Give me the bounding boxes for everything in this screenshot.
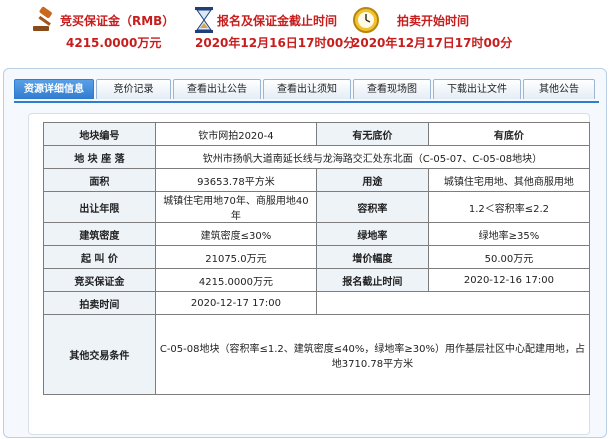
table-row: 拍卖时间 2020-12-17 17:00 (43, 291, 591, 315)
deadline-value: 2020年12月16日17时00分 (195, 36, 356, 50)
other-conditions-value: C-05-08地块（容积率≤1.2、建筑密度≤40%，绿地率≥30%）用作基层社… (154, 314, 591, 395)
area-value: 93653.78平方米 (154, 168, 317, 192)
use-label: 用途 (315, 168, 429, 192)
deadline-value: 2020-12-16 17:00 (427, 268, 591, 292)
start-summary: 拍卖开始时间 2020年12月17日17时00分 (352, 4, 522, 54)
table-row: 建筑密度 建筑密度≤30% 绿地率 绿地率≥35% (43, 222, 591, 246)
table-row: 竞买保证金 4215.0000万元 报名截止时间 2020-12-16 17:0… (43, 268, 591, 292)
start-price-label: 起 叫 价 (43, 245, 156, 269)
term-value: 城镇住宅用地70年、商服用地40年 (154, 191, 317, 223)
start-price-value: 21075.0万元 (154, 245, 317, 269)
reserve-value: 有底价 (427, 122, 591, 146)
tab-resource-details[interactable]: 资源详细信息 (14, 79, 94, 99)
deposit-label: 竞买保证金（RMB） (60, 14, 175, 28)
term-label: 出让年限 (43, 191, 156, 223)
increment-value: 50.00万元 (427, 245, 591, 269)
deposit-value: 4215.0000万元 (66, 36, 162, 50)
details-table: 地块编号 钦市网拍2020-4 有无底价 有底价 地 块 座 落 钦州市扬帆大道… (43, 122, 591, 395)
table-row: 其他交易条件 C-05-08地块（容积率≤1.2、建筑密度≤40%，绿地率≥30… (43, 314, 591, 395)
use-value: 城镇住宅用地、其他商服用地 (427, 168, 591, 192)
deadline-summary: 报名及保证金截止时间 2020年12月16日17时00分 (195, 4, 365, 54)
density-value: 建筑密度≤30% (154, 222, 317, 246)
tab-other-notices[interactable]: 其他公告 (523, 79, 595, 99)
auction-time-value: 2020-12-17 17:00 (154, 291, 317, 315)
location-value: 钦州市扬帆大道南延长线与龙海路交汇处东北面（C-05-07、C-05-08地块） (154, 145, 591, 169)
area-label: 面积 (43, 168, 156, 192)
far-label: 容积率 (315, 191, 429, 223)
gavel-icon (33, 6, 52, 31)
reserve-label: 有无底价 (315, 122, 429, 146)
other-conditions-label: 其他交易条件 (43, 314, 156, 395)
parcel-no-label: 地块编号 (43, 122, 156, 146)
hourglass-icon (195, 7, 213, 33)
tab-transfer-notice[interactable]: 查看出让公告 (173, 79, 261, 99)
tab-bar: 资源详细信息 竞价记录 查看出让公告 查看出让须知 查看现场图 下载出让文件 其… (14, 79, 597, 101)
empty-cell (315, 291, 591, 315)
parcel-no-value: 钦市网拍2020-4 (154, 122, 317, 146)
deposit-summary: 竞买保证金（RMB） 4215.0000万元 (30, 4, 190, 54)
table-row: 面积 93653.78平方米 用途 城镇住宅用地、其他商服用地 (43, 168, 591, 192)
table-row: 出让年限 城镇住宅用地70年、商服用地40年 容积率 1.2＜容积率≤2.2 (43, 191, 591, 223)
clock-icon (353, 7, 379, 33)
start-label: 拍卖开始时间 (397, 14, 470, 28)
tab-download-documents[interactable]: 下载出让文件 (433, 79, 521, 99)
start-value: 2020年12月17日17时00分 (352, 36, 513, 50)
table-row: 地块编号 钦市网拍2020-4 有无底价 有底价 (43, 122, 591, 146)
table-row: 起 叫 价 21075.0万元 增价幅度 50.00万元 (43, 245, 591, 269)
location-label: 地 块 座 落 (43, 145, 156, 169)
details-table-panel: 地块编号 钦市网拍2020-4 有无底价 有底价 地 块 座 落 钦州市扬帆大道… (28, 113, 591, 435)
auction-summary-bar: 竞买保证金（RMB） 4215.0000万元 报名及保证金截止时间 2020年1… (0, 0, 610, 58)
deposit-label: 竞买保证金 (43, 268, 156, 292)
tab-underline (14, 101, 599, 103)
deadline-label: 报名及保证金截止时间 (217, 14, 338, 28)
density-label: 建筑密度 (43, 222, 156, 246)
tab-bid-records[interactable]: 竞价记录 (96, 79, 171, 99)
tab-site-map[interactable]: 查看现场图 (353, 79, 431, 99)
far-value: 1.2＜容积率≤2.2 (427, 191, 591, 223)
deposit-value: 4215.0000万元 (154, 268, 317, 292)
increment-label: 增价幅度 (315, 245, 429, 269)
green-value: 绿地率≥35% (427, 222, 591, 246)
auction-time-label: 拍卖时间 (43, 291, 156, 315)
tab-transfer-instructions[interactable]: 查看出让须知 (263, 79, 351, 99)
resource-panel: 资源详细信息 竞价记录 查看出让公告 查看出让须知 查看现场图 下载出让文件 其… (3, 68, 607, 438)
table-row: 地 块 座 落 钦州市扬帆大道南延长线与龙海路交汇处东北面（C-05-07、C-… (43, 145, 591, 169)
green-label: 绿地率 (315, 222, 429, 246)
deadline-label: 报名截止时间 (315, 268, 429, 292)
